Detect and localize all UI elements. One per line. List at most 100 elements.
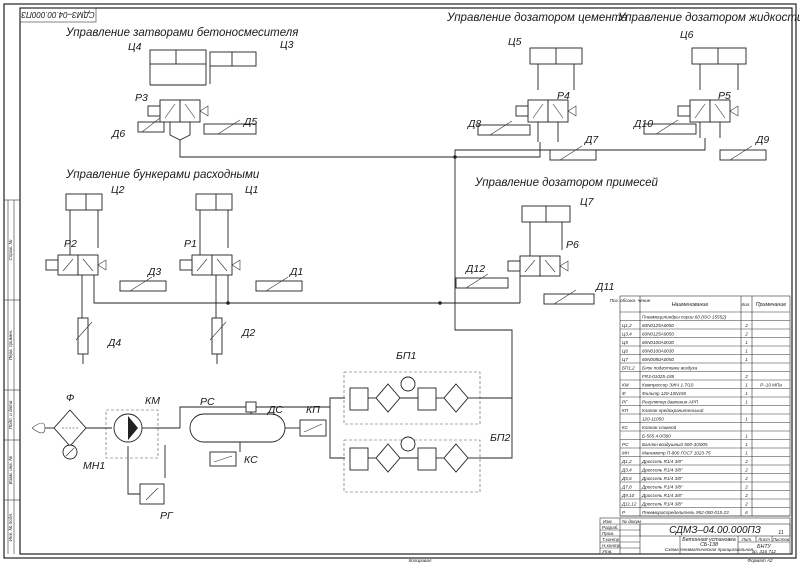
spec-cell-qty: 1 (745, 340, 748, 345)
spec-rows: Пневмоцилиндры серии 60 (ISO 15552) Ц1,2 6… (620, 315, 790, 517)
spec-cell-pos: Д5,6 (621, 476, 632, 481)
spec-cell-name: 60N0080A0050 (642, 357, 674, 362)
spec-cell-pos: Ц7 (622, 357, 628, 362)
spec-cell-qty: 2 (744, 485, 748, 490)
spec-cell-qty: 1 (745, 442, 748, 447)
spec-cell-name: Дроссель R1/4 3/8" (641, 485, 683, 490)
air-prep-bp1 (343, 371, 481, 425)
label-p1: Р1 (184, 238, 197, 250)
side-sign-date: Подп. и дата (8, 400, 13, 429)
spec-cell-pos: Д11,12 (621, 502, 637, 507)
spec-cell-pos: Д7,8 (621, 485, 632, 490)
spec-cell-qty: 2 (744, 502, 748, 507)
label-d6: Д6 (111, 128, 125, 140)
label-p5: Р5 (718, 90, 731, 102)
spec-cell-qty: 2 (744, 493, 748, 498)
title-hoppers: Управление бункерами расходными (65, 169, 260, 181)
spec-table: Поз. обозна- чение Наименование Кол. При… (610, 295, 791, 517)
spec-cell-name: FR3-01025-185 (642, 374, 675, 379)
label-d2: Д2 (241, 327, 255, 339)
spec-cell-qty: 1 (745, 400, 748, 405)
spec-cell-qty: 2 (744, 323, 748, 328)
spec-cell-qty: 1 (745, 357, 748, 362)
label-c2: Ц2 (111, 184, 125, 196)
spec-cell-name: Компрессор ЭЖЧ 1.7/10 (642, 383, 694, 388)
cylinder-c3 (209, 51, 257, 84)
label-p2: Р2 (64, 238, 77, 250)
label-c5: Ц5 (508, 36, 522, 48)
spec-cell-qty: 1 (745, 391, 748, 396)
spec-cell-pos: КМ (622, 383, 629, 388)
corner-stamp: СДМЗ–04.00.000ПЗ (21, 10, 95, 19)
spec-cell-name: Дроссель R1/4 3/8" (641, 459, 683, 464)
spec-cell-pos: КС (622, 425, 629, 430)
spec-cell-pos: МН (622, 451, 630, 456)
cylinder-c1 (195, 193, 233, 248)
valve-p2 (45, 248, 107, 318)
label-c1: Ц1 (245, 184, 258, 196)
spec-cell-pos: Ф (622, 391, 626, 396)
label-c3: Ц3 (280, 39, 294, 51)
spec-cell-qty: 1 (745, 383, 748, 388)
spec-cell-name: Дроссель R1/4 3/8" (641, 493, 683, 498)
spec-cell-pos: РГ (622, 400, 628, 405)
label-mn1: МН1 (83, 460, 105, 472)
label-rg: РГ (160, 510, 174, 522)
title-role-ncontrol: Н.контр. (602, 543, 621, 548)
spec-header-name: Наименование (672, 302, 709, 308)
cylinder-c7 (521, 205, 571, 250)
drawing-sheet: СДМЗ–04.00.000ПЗ Перв. примен. Справ. № … (0, 0, 800, 565)
spec-cell-pos: Ц5 (622, 340, 628, 345)
label-km: КМ (145, 395, 160, 407)
spec-cell-pos: Ц1,2 (622, 323, 632, 328)
pneumatic-schematic: СДМЗ–04.00.000ПЗ Перв. примен. Справ. № … (3, 3, 800, 563)
title-liquid-doser: Управление дозатором жидкости (617, 12, 800, 24)
compressor-km (105, 409, 165, 505)
spec-header-note: Примечание (756, 302, 787, 308)
spec-cell-name: Фильтр 120-10N150 (642, 391, 687, 396)
title-col-doc: № докум. (622, 519, 642, 524)
title-role-tcontrol: Т.контр. (602, 537, 621, 542)
label-d5: Д5 (243, 116, 257, 128)
spec-cell-pos: Д1,2 (621, 459, 632, 464)
spec-cell-name: 60N0125A0050 (642, 323, 674, 328)
title-col-change: Изм. (603, 519, 613, 524)
cylinder-c6 (691, 47, 747, 90)
spec-cell-name: 120-11050 (642, 417, 664, 422)
title-additive-doser: Управление дозатором примесей (474, 177, 659, 189)
title-cement-doser: Управление дозатором цемента (446, 12, 627, 24)
label-d11: Д11 (595, 281, 614, 293)
label-bp2: БП2 (490, 432, 510, 444)
label-p3: Р3 (135, 92, 148, 104)
label-bp1: БП1 (396, 350, 416, 362)
spec-cell-pos: КП (622, 408, 629, 413)
label-d10: Д10 (633, 118, 653, 130)
spec-cell-pos: Д9,10 (621, 493, 635, 498)
spec-cell-name: Регулятор давления АРП (642, 400, 699, 405)
valve-p4 (515, 99, 577, 142)
side-inv-dup: Взам. инв. № (8, 456, 13, 484)
spec-cell-pos: Ц3,4 (622, 332, 632, 337)
label-d3: Д3 (147, 266, 161, 278)
spec-cell-name: Дроссель R1/4 3/8" (641, 502, 683, 507)
label-d12: Д12 (465, 263, 485, 275)
label-d7: Д7 (584, 134, 599, 146)
spec-cell-name: Дроссель R1/4 3/8" (641, 468, 683, 473)
spec-cell-pos: РС (622, 442, 629, 447)
valve-p1 (179, 248, 241, 318)
spec-cell-name: Дроссель R1/4 3/8" (641, 476, 683, 481)
spec-cell-name: Баллон воздушный 500-3/3005 (642, 441, 708, 447)
footer-format: Формат A2 (747, 558, 773, 563)
label-c6: Ц6 (680, 29, 694, 41)
spec-cell-qty: 1 (745, 417, 748, 422)
spec-cell-qty: 1 (745, 349, 748, 354)
title-mixer-gates: Управление затворами бетоносмесителя (65, 27, 298, 39)
safety-valve-kp (299, 419, 327, 437)
spec-cell-pos: БП1,2 (622, 366, 635, 371)
label-d9: Д9 (755, 134, 769, 146)
title-sheets-label: Листов (772, 537, 790, 542)
label-p6: Р6 (566, 239, 579, 251)
title-line3: Схема пневматическая принципиальная (665, 547, 754, 552)
title-role-check: Пров. (602, 531, 614, 536)
spec-header-pos: Поз. обозна- чение (610, 298, 651, 303)
